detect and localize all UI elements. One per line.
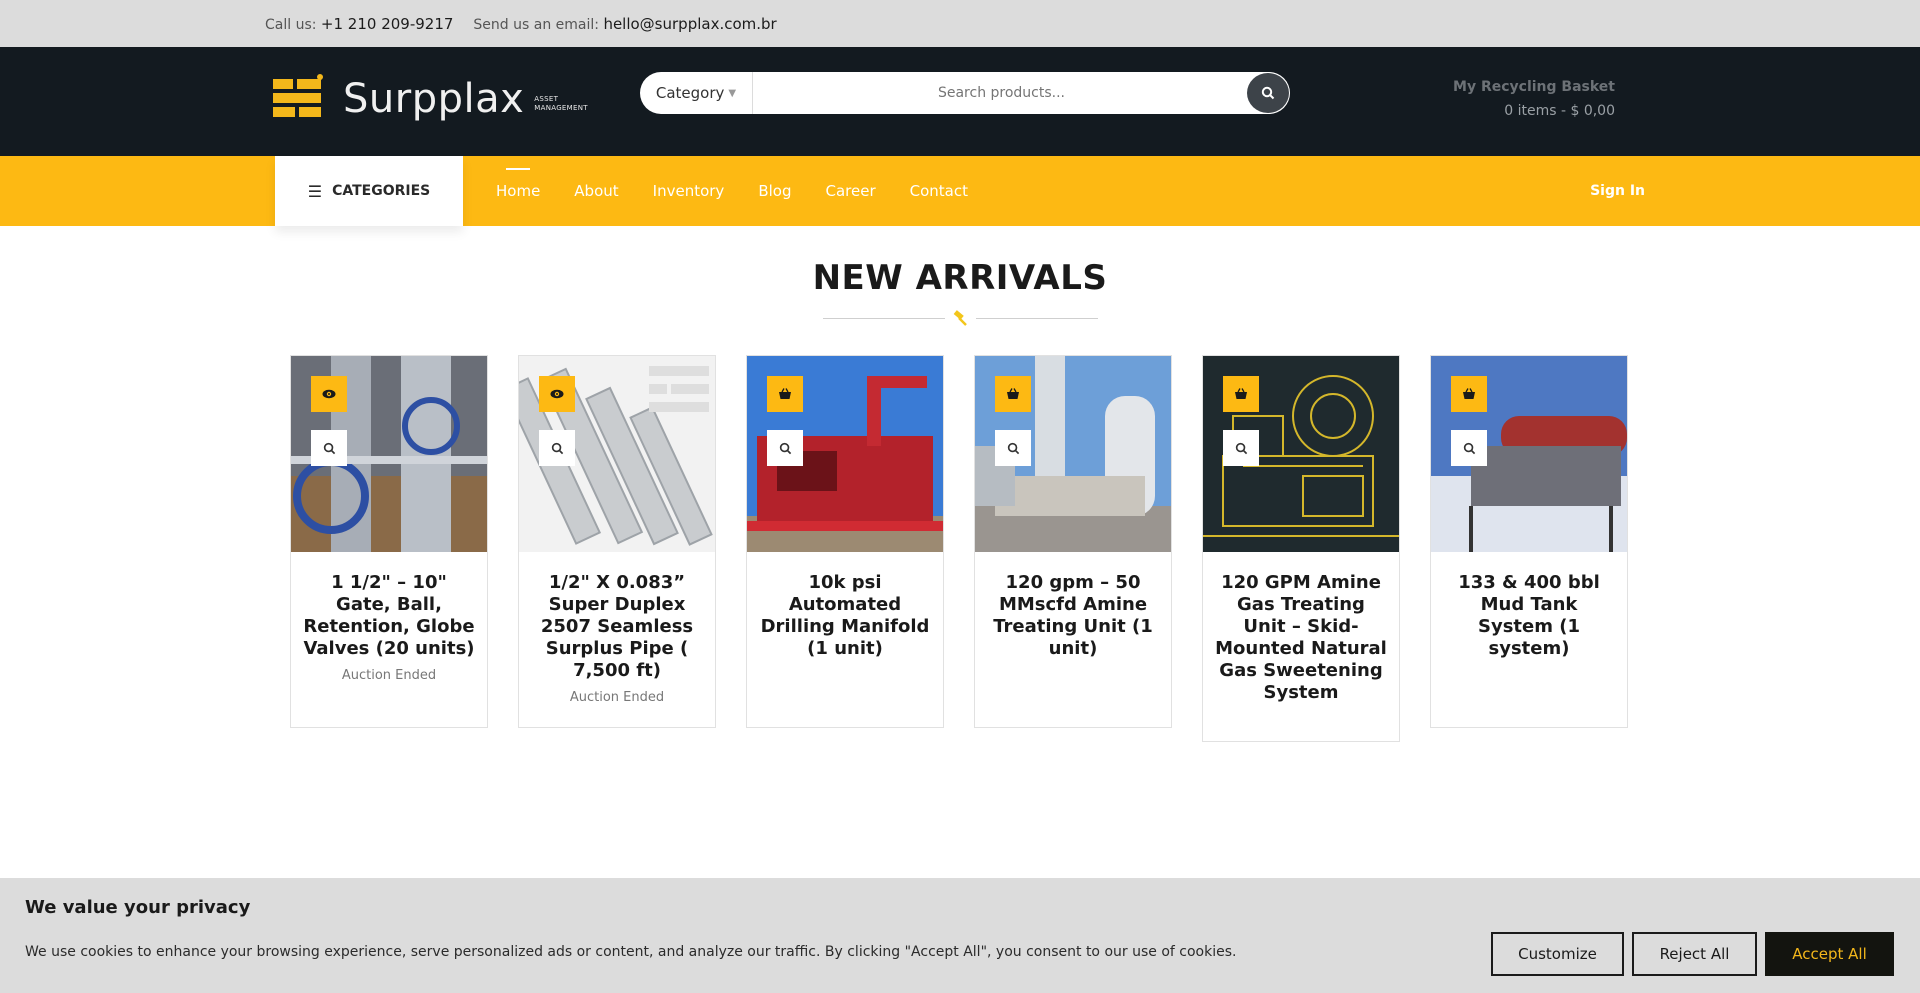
product-title[interactable]: 10k psi Automated Drilling Manifold (1 u… — [747, 552, 943, 660]
quick-view-button[interactable] — [539, 376, 575, 412]
search-icon — [1235, 442, 1247, 454]
product-status: Auction Ended — [569, 690, 665, 705]
main-nav: ☰ CATEGORIES Home About Inventory Blog C… — [0, 156, 1920, 226]
zoom-button[interactable] — [995, 430, 1031, 466]
search-icon — [323, 442, 335, 454]
product-image[interactable] — [519, 356, 715, 552]
search-icon — [551, 442, 563, 454]
menu-icon: ☰ — [307, 181, 323, 201]
search-input[interactable] — [753, 73, 1290, 113]
zoom-button[interactable] — [1451, 430, 1487, 466]
reject-all-button[interactable]: Reject All — [1632, 932, 1757, 976]
contact-phone[interactable]: Call us: +1 210 209-9217 — [265, 15, 453, 33]
nav-career[interactable]: Career — [825, 182, 875, 200]
cookie-banner: We value your privacy We use cookies to … — [0, 878, 1920, 993]
caret-down-icon: ▼ — [728, 87, 737, 99]
logo-text: Surpplax — [343, 76, 525, 122]
product-title[interactable]: 120 gpm – 50 MMscfd Amine Treating Unit … — [975, 552, 1171, 660]
recycling-basket[interactable]: My Recycling Basket 0 items - $ 0,00 — [1453, 79, 1615, 119]
nav-blog[interactable]: Blog — [758, 182, 791, 200]
section-divider — [823, 310, 1098, 330]
basket-icon — [1235, 388, 1247, 399]
eye-icon — [322, 389, 336, 399]
search-icon — [1463, 442, 1475, 454]
search-bar: Category ▼ — [640, 72, 1290, 114]
add-to-basket-button[interactable] — [1451, 376, 1487, 412]
nav-home[interactable]: Home — [496, 168, 540, 200]
header: Surpplax ASSET MANAGEMENT Category ▼ My … — [0, 47, 1920, 156]
product-image[interactable] — [1431, 356, 1627, 552]
nav-about[interactable]: About — [574, 182, 618, 200]
contact-email[interactable]: Send us an email: hello@surpplax.com.br — [473, 15, 776, 33]
cookie-text: We use cookies to enhance your browsing … — [25, 944, 1237, 960]
logo-subtitle: ASSET MANAGEMENT — [534, 95, 588, 112]
basket-summary: 0 items - $ 0,00 — [1504, 103, 1615, 119]
nav-inventory[interactable]: Inventory — [653, 182, 725, 200]
email-address[interactable]: hello@surpplax.com.br — [603, 15, 776, 33]
product-title[interactable]: 1 1/2" – 10" Gate, Ball, Retention, Glob… — [291, 552, 487, 660]
product-title[interactable]: 120 GPM Amine Gas Treating Unit – Skid-M… — [1203, 552, 1399, 704]
add-to-basket-button[interactable] — [767, 376, 803, 412]
basket-icon — [1463, 388, 1475, 399]
product-title[interactable]: 1/2" X 0.083” Super Duplex 2507 Seamless… — [519, 552, 715, 682]
gavel-icon — [953, 310, 967, 326]
category-select[interactable]: Category ▼ — [640, 72, 753, 114]
nav-links: Home About Inventory Blog Career Contact — [496, 156, 1002, 226]
customize-button[interactable]: Customize — [1491, 932, 1624, 976]
logo-mark-icon — [273, 74, 329, 124]
product-image[interactable] — [747, 356, 943, 552]
product-card[interactable]: 1/2" X 0.083” Super Duplex 2507 Seamless… — [518, 355, 716, 728]
product-title[interactable]: 133 & 400 bbl Mud Tank System (1 system) — [1431, 552, 1627, 660]
nav-contact[interactable]: Contact — [910, 182, 968, 200]
zoom-button[interactable] — [767, 430, 803, 466]
search-button[interactable] — [1247, 73, 1289, 113]
categories-button[interactable]: ☰ CATEGORIES — [275, 156, 463, 226]
zoom-button[interactable] — [539, 430, 575, 466]
product-card[interactable]: 120 gpm – 50 MMscfd Amine Treating Unit … — [974, 355, 1172, 728]
product-card[interactable]: 120 GPM Amine Gas Treating Unit – Skid-M… — [1202, 355, 1400, 742]
product-card[interactable]: 10k psi Automated Drilling Manifold (1 u… — [746, 355, 944, 728]
eye-icon — [550, 389, 564, 399]
product-image[interactable] — [975, 356, 1171, 552]
basket-title: My Recycling Basket — [1453, 79, 1615, 95]
sign-in-link[interactable]: Sign In — [1590, 156, 1645, 226]
phone-number[interactable]: +1 210 209-9217 — [321, 15, 454, 33]
topbar: Call us: +1 210 209-9217 Send us an emai… — [0, 0, 1920, 47]
site-logo[interactable]: Surpplax ASSET MANAGEMENT — [273, 74, 588, 124]
section-title: NEW ARRIVALS — [812, 258, 1108, 298]
quick-view-button[interactable] — [311, 376, 347, 412]
search-icon — [1007, 442, 1019, 454]
product-image[interactable] — [1203, 356, 1399, 552]
product-image[interactable] — [291, 356, 487, 552]
product-status: Auction Ended — [341, 668, 437, 683]
search-icon — [779, 442, 791, 454]
product-card[interactable]: 1 1/2" – 10" Gate, Ball, Retention, Glob… — [290, 355, 488, 728]
add-to-basket-button[interactable] — [995, 376, 1031, 412]
search-icon — [1261, 86, 1275, 100]
zoom-button[interactable] — [311, 430, 347, 466]
accept-all-button[interactable]: Accept All — [1765, 932, 1894, 976]
basket-icon — [779, 388, 791, 399]
product-card[interactable]: 133 & 400 bbl Mud Tank System (1 system) — [1430, 355, 1628, 728]
basket-icon — [1007, 388, 1019, 399]
zoom-button[interactable] — [1223, 430, 1259, 466]
cookie-title: We value your privacy — [25, 897, 251, 918]
add-to-basket-button[interactable] — [1223, 376, 1259, 412]
